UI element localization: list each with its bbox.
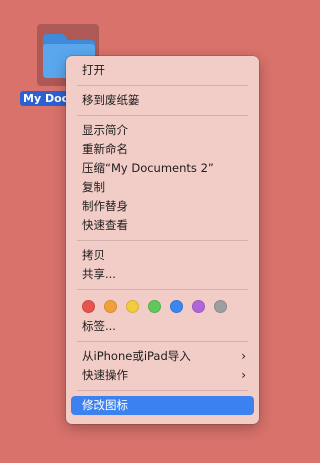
menu-item-quick-actions-label: 快速操作: [82, 368, 128, 382]
menu-separator: [77, 85, 248, 86]
chevron-right-icon: ›: [241, 368, 246, 382]
tag-color-row: [71, 295, 254, 317]
menu-item-get-info[interactable]: 显示简介: [71, 121, 254, 140]
menu-item-quick-actions[interactable]: 快速操作 ›: [71, 366, 254, 385]
menu-item-rename[interactable]: 重新命名: [71, 140, 254, 159]
chevron-right-icon: ›: [241, 349, 246, 363]
menu-item-tags[interactable]: 标签...: [71, 317, 254, 336]
tag-gray-dot[interactable]: [214, 299, 227, 313]
menu-item-import-label: 从iPhone或iPad导入: [82, 349, 191, 363]
tag-orange-dot[interactable]: [104, 299, 117, 313]
menu-item-compress[interactable]: 压缩“My Documents 2”: [71, 159, 254, 178]
menu-item-move-to-trash[interactable]: 移到废纸篓: [71, 91, 254, 110]
menu-item-share[interactable]: 共享...: [71, 265, 254, 284]
tag-purple-dot[interactable]: [192, 299, 205, 313]
tag-green-dot[interactable]: [148, 299, 161, 313]
tag-blue-dot[interactable]: [170, 299, 183, 313]
menu-item-open[interactable]: 打开: [71, 61, 254, 80]
menu-item-change-icon[interactable]: 修改图标: [71, 396, 254, 415]
menu-item-make-alias[interactable]: 制作替身: [71, 197, 254, 216]
menu-separator: [77, 240, 248, 241]
menu-separator: [77, 289, 248, 290]
menu-separator: [77, 341, 248, 342]
menu-item-duplicate[interactable]: 复制: [71, 178, 254, 197]
tag-red-dot[interactable]: [82, 299, 95, 313]
menu-item-import-from-iphone[interactable]: 从iPhone或iPad导入 ›: [71, 347, 254, 366]
menu-separator: [77, 390, 248, 391]
tag-yellow-dot[interactable]: [126, 299, 139, 313]
menu-item-copy[interactable]: 拷贝: [71, 246, 254, 265]
menu-separator: [77, 115, 248, 116]
menu-item-quick-look[interactable]: 快速查看: [71, 216, 254, 235]
context-menu: 打开 移到废纸篓 显示简介 重新命名 压缩“My Documents 2” 复制…: [66, 56, 259, 424]
